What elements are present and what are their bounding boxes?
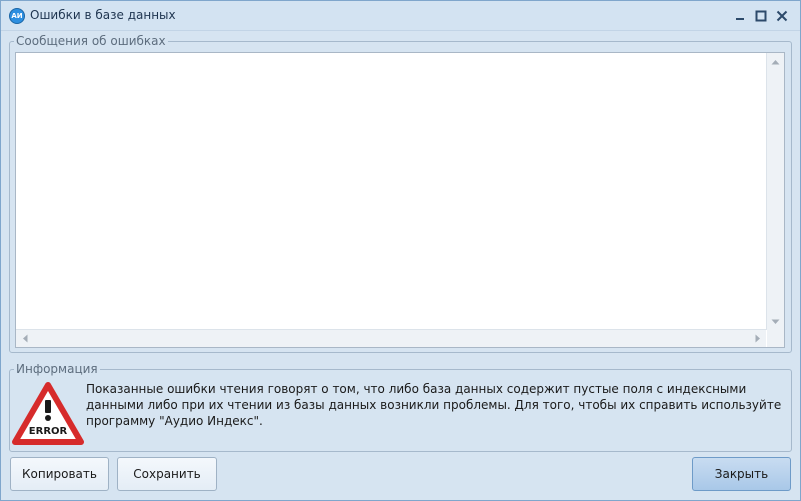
error-warning-icon: ERROR <box>12 382 84 446</box>
scrollbar-corner <box>767 330 784 347</box>
errors-group-label: Сообщения об ошибках <box>14 33 168 49</box>
error-dialog-window: АИ Ошибки в базе данных Сообщения об оши… <box>0 0 801 501</box>
scroll-left-icon[interactable] <box>16 330 33 347</box>
title-bar[interactable]: АИ Ошибки в базе данных <box>1 1 800 31</box>
copy-button[interactable]: Копировать <box>10 457 109 491</box>
errors-textarea[interactable] <box>15 52 785 348</box>
error-sign-text: ERROR <box>29 426 68 437</box>
maximize-icon <box>755 10 767 22</box>
errors-group: Сообщения об ошибках <box>9 33 792 353</box>
maximize-button[interactable] <box>751 6 771 26</box>
close-dialog-button[interactable]: Закрыть <box>692 457 791 491</box>
info-message: Показанные ошибки чтения говорят о том, … <box>86 382 782 428</box>
horizontal-scrollbar[interactable] <box>16 329 766 347</box>
minimize-button[interactable] <box>730 6 750 26</box>
save-button[interactable]: Сохранить <box>117 457 217 491</box>
app-icon: АИ <box>9 8 25 24</box>
window-title: Ошибки в базе данных <box>30 8 176 22</box>
info-group: Информация ERROR Показанные ошибки чтени… <box>9 361 792 452</box>
scroll-up-icon[interactable] <box>767 53 784 70</box>
close-button[interactable] <box>772 6 792 26</box>
close-icon <box>776 10 788 22</box>
scroll-right-icon[interactable] <box>749 330 766 347</box>
minimize-icon <box>736 18 744 20</box>
vertical-scrollbar[interactable] <box>766 53 784 330</box>
info-group-label: Информация <box>14 361 100 377</box>
scroll-down-icon[interactable] <box>767 313 784 330</box>
